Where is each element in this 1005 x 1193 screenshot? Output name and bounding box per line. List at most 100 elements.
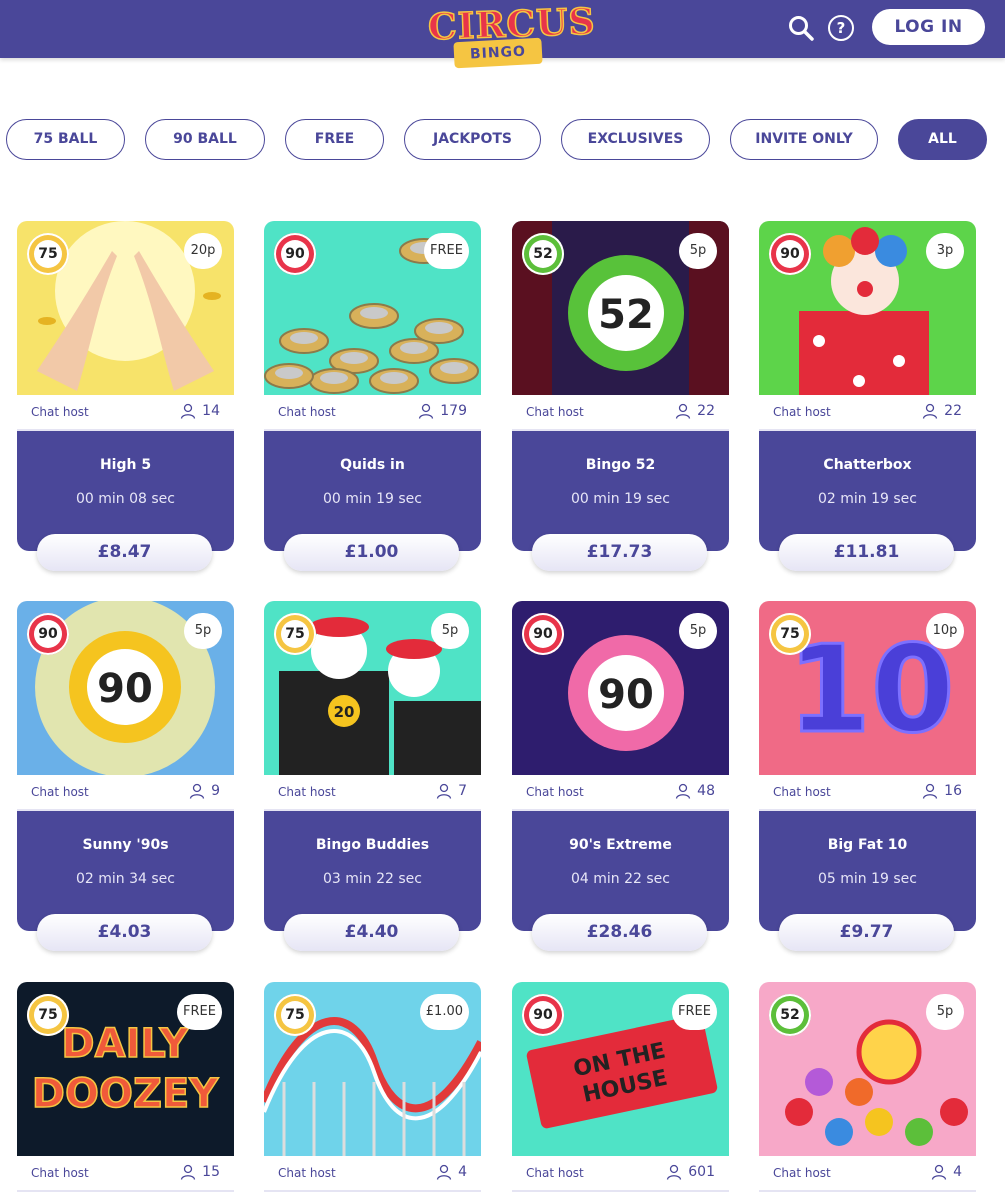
ball-type-badge: 90 [769, 233, 811, 275]
ball-type-badge: 75 [274, 613, 316, 655]
jackpot-button[interactable]: £8.47 [37, 534, 212, 571]
player-count: 179 [418, 403, 467, 419]
ball-type-badge: 52 [522, 233, 564, 275]
room-name: 90's Extreme [569, 837, 672, 853]
room-meta: Chat host 15 [17, 1156, 234, 1192]
chat-host-label: Chat host [773, 405, 831, 419]
player-count-value: 9 [211, 783, 220, 799]
player-count-value: 601 [688, 1164, 715, 1180]
room-thumbnail[interactable]: 90 3p [759, 221, 976, 395]
logo-ribbon: BINGO [453, 37, 543, 69]
login-button[interactable]: LOG IN [872, 9, 985, 45]
player-count-value: 4 [953, 1164, 962, 1180]
jackpot-button[interactable]: £4.03 [37, 914, 212, 951]
ticket-price-badge: FREE [177, 994, 222, 1030]
ball-type-badge: 52 [769, 994, 811, 1036]
room-meta: Chat host 22 [512, 395, 729, 431]
room-meta: Chat host 7 [264, 775, 481, 811]
chat-host-label: Chat host [526, 785, 584, 799]
filter-90-ball[interactable]: 90 BALL [145, 119, 265, 160]
person-icon [189, 783, 205, 799]
chat-host-label: Chat host [31, 785, 89, 799]
filter-exclusives[interactable]: EXCLUSIVES [561, 119, 710, 160]
chat-host-label: Chat host [773, 1166, 831, 1180]
jackpot-button[interactable]: £11.81 [779, 534, 954, 571]
room-name: Big Fat 10 [827, 837, 908, 853]
filter-invite-only[interactable]: INVITE ONLY [730, 119, 878, 160]
filter-free[interactable]: FREE [285, 119, 384, 160]
chat-host-label: Chat host [278, 1166, 336, 1180]
person-icon [667, 1164, 682, 1180]
filter-jackpots[interactable]: JACKPOTS [404, 119, 541, 160]
player-count-value: 14 [202, 403, 220, 419]
player-count: 16 [922, 783, 962, 799]
player-count: 4 [436, 1164, 467, 1180]
room-name: Bingo 52 [585, 457, 656, 473]
person-icon [181, 1164, 196, 1180]
room-meta: Chat host 4 [759, 1156, 976, 1192]
ball-type-badge: 90 [27, 613, 69, 655]
room-thumbnail[interactable]: 52 52 5p [512, 221, 729, 395]
room-info: Quids in 00 min 19 sec [264, 431, 481, 551]
player-count: 4 [931, 1164, 962, 1180]
player-count-value: 179 [440, 403, 467, 419]
room-name: Bingo Buddies [315, 837, 430, 853]
player-count-value: 22 [697, 403, 715, 419]
player-count-value: 4 [458, 1164, 467, 1180]
chat-host-label: Chat host [526, 405, 584, 419]
player-count: 9 [189, 783, 220, 799]
room-info: Bingo Buddies 03 min 22 sec [264, 811, 481, 931]
jackpot-button[interactable]: £28.46 [532, 914, 707, 951]
jackpot-button[interactable]: £9.77 [779, 914, 954, 951]
person-icon [923, 403, 938, 419]
player-count: 14 [180, 403, 220, 419]
room-thumbnail[interactable]: 90 90 5p [512, 601, 729, 775]
ticket-price-badge: FREE [424, 233, 469, 269]
room-thumbnail[interactable]: 52 5p [759, 982, 976, 1156]
ticket-price-badge: 3p [926, 233, 964, 269]
jackpot-button[interactable]: £17.73 [532, 534, 707, 571]
filter-75-ball[interactable]: 75 BALL [6, 119, 125, 160]
help-icon[interactable]: ? [828, 15, 854, 41]
ball-type-badge: 90 [522, 613, 564, 655]
jackpot-button[interactable]: £1.00 [284, 534, 459, 571]
countdown-timer: 00 min 08 sec [76, 491, 175, 507]
ticket-price-badge: FREE [672, 994, 717, 1030]
search-icon[interactable] [788, 15, 814, 41]
ball-type-badge: 75 [769, 613, 811, 655]
room-thumbnail[interactable]: 75 20p [17, 221, 234, 395]
room-thumbnail[interactable]: 90 FREE [264, 221, 481, 395]
circus-bingo-logo[interactable]: CIRCUS BINGO [427, 0, 597, 72]
room-thumbnail[interactable]: 10 75 10p [759, 601, 976, 775]
ball-type-badge: 75 [27, 233, 69, 275]
room-thumbnail[interactable]: 20 75 5p [264, 601, 481, 775]
filter-all[interactable]: ALL [898, 119, 987, 160]
chat-host-label: Chat host [773, 785, 831, 799]
countdown-timer: 02 min 19 sec [818, 491, 917, 507]
ball-type-badge: 90 [274, 233, 316, 275]
room-thumbnail[interactable]: 75 £1.00 [264, 982, 481, 1156]
room-thumbnail[interactable]: DAILY DOOZEY 75 FREE [17, 982, 234, 1156]
player-count: 22 [922, 403, 962, 419]
room-meta: Chat host 22 [759, 395, 976, 431]
ticket-price-badge: 5p [679, 613, 717, 649]
ticket-price-badge: 5p [679, 233, 717, 269]
ball-type-badge: 75 [27, 994, 69, 1036]
room-name: Sunny '90s [82, 837, 169, 853]
person-icon [419, 403, 434, 419]
room-info: High 5 00 min 08 sec [17, 431, 234, 551]
chat-host-label: Chat host [31, 405, 89, 419]
countdown-timer: 05 min 19 sec [818, 871, 917, 887]
jackpot-button[interactable]: £4.40 [284, 914, 459, 951]
player-count-value: 7 [458, 783, 467, 799]
person-icon [676, 403, 691, 419]
svg-text:DAILY: DAILY [61, 1021, 189, 1067]
svg-text:90: 90 [598, 672, 654, 718]
room-meta: Chat host 9 [17, 775, 234, 811]
room-meta: Chat host 179 [264, 395, 481, 431]
player-count: 15 [180, 1164, 220, 1180]
room-thumbnail[interactable]: ON THE HOUSE 90 FREE [512, 982, 729, 1156]
room-meta: Chat host 4 [264, 1156, 481, 1192]
person-icon [181, 403, 196, 419]
room-thumbnail[interactable]: 90 90 5p [17, 601, 234, 775]
